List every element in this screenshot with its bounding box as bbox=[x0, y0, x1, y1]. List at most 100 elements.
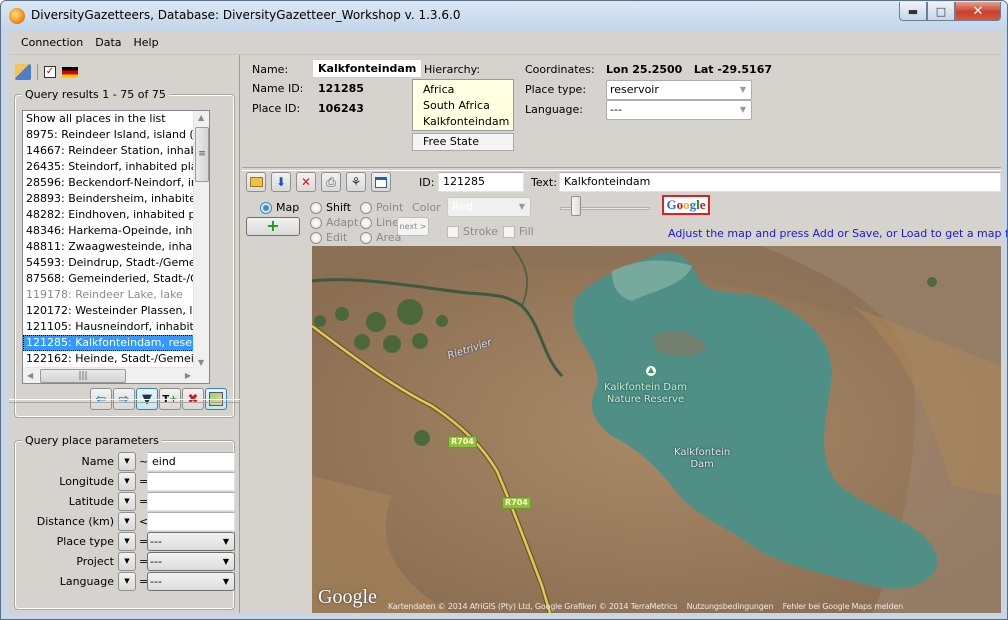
checkbox-icon bbox=[503, 225, 515, 238]
list-item[interactable]: 121285: Kalkfonteindam, reservoir bbox=[23, 335, 194, 351]
list-item[interactable]: 8975: Reindeer Island, island (52.41 bbox=[23, 127, 194, 143]
client-area: Connection Data Help ✓ Query results 1 -… bbox=[9, 31, 1007, 613]
param-select-value: --- bbox=[150, 535, 162, 548]
color-label: Color bbox=[412, 201, 441, 214]
vertical-scrollbar[interactable]: ▲ ≡ ▼ bbox=[193, 111, 209, 369]
operator-dropdown-button[interactable]: ▼ bbox=[118, 532, 136, 551]
menu-connection[interactable]: Connection bbox=[21, 36, 83, 49]
close-button[interactable]: ✕ bbox=[955, 2, 1001, 21]
zoom-slider-thumb[interactable] bbox=[571, 196, 581, 216]
param-row-latitude: Latitude ▼ = bbox=[16, 492, 236, 512]
place-type-select[interactable]: reservoir ▼ bbox=[606, 80, 752, 100]
german-flag-icon[interactable] bbox=[62, 66, 78, 78]
list-item[interactable]: 87568: Gemeinderied, Stadt-/Geme bbox=[23, 271, 194, 287]
telescope-button[interactable]: ⚘ bbox=[346, 172, 366, 192]
hierarchy-item[interactable]: South Africa bbox=[423, 98, 513, 114]
param-select[interactable]: --- ▼ bbox=[147, 552, 235, 571]
coordinates-value: Lon 25.2500 Lat -29.5167 bbox=[606, 63, 773, 76]
chevron-down-icon: ▼ bbox=[739, 105, 746, 114]
operator-dropdown-button[interactable]: ▼ bbox=[118, 452, 136, 471]
results-list[interactable]: Show all places in the list 8975: Reindee… bbox=[22, 110, 210, 384]
list-item[interactable]: 48282: Eindhoven, inhabited place bbox=[23, 207, 194, 223]
param-select[interactable]: --- ▼ bbox=[147, 532, 235, 551]
list-item[interactable]: 26435: Steindorf, inhabited place (4 bbox=[23, 159, 194, 175]
map-attribution[interactable]: Kartendaten © 2014 AfriGIS (Pty) Ltd, Go… bbox=[388, 602, 903, 611]
next-button[interactable]: next > bbox=[397, 217, 429, 236]
menu-help[interactable]: Help bbox=[134, 36, 159, 49]
stroke-checkbox[interactable]: Stroke bbox=[447, 225, 498, 238]
vertical-scroll-thumb[interactable]: ≡ bbox=[195, 127, 209, 182]
scroll-down-icon[interactable]: ▼ bbox=[198, 358, 204, 367]
param-input[interactable]: eind bbox=[147, 452, 235, 471]
list-item[interactable]: 28596: Beckendorf-Neindorf, inhab bbox=[23, 175, 194, 191]
mode-radio-map[interactable]: Map bbox=[260, 201, 299, 214]
operator-dropdown-button[interactable]: ▼ bbox=[118, 552, 136, 571]
param-input[interactable] bbox=[147, 512, 235, 531]
fill-checkbox[interactable]: Fill bbox=[503, 225, 534, 238]
map-view[interactable]: Rietrivier Kalkfontein Dam Nature Reserv… bbox=[312, 246, 1001, 613]
mode-radio-edit[interactable]: Edit bbox=[310, 231, 347, 244]
mode-radio-area[interactable]: Area bbox=[360, 231, 401, 244]
color-select[interactable]: Red ▼ bbox=[447, 197, 531, 217]
horizontal-scrollbar[interactable]: ◀ ||| ▶ bbox=[23, 367, 195, 383]
menu-data[interactable]: Data bbox=[95, 36, 121, 49]
list-item[interactable]: 119178: Reindeer Lake, lake bbox=[23, 287, 194, 303]
minimize-button[interactable]: ▬ bbox=[899, 2, 927, 21]
list-item[interactable]: 14667: Reindeer Station, inhabited bbox=[23, 143, 194, 159]
horizontal-splitter[interactable] bbox=[242, 167, 1001, 171]
param-input[interactable] bbox=[147, 472, 235, 491]
left-splitter[interactable] bbox=[9, 399, 240, 403]
operator-dropdown-button[interactable]: ▼ bbox=[118, 512, 136, 531]
save-button[interactable]: ⬇ bbox=[271, 172, 291, 192]
param-input[interactable] bbox=[147, 492, 235, 511]
operator-dropdown-button[interactable]: ▼ bbox=[118, 572, 136, 591]
param-select[interactable]: --- ▼ bbox=[147, 572, 235, 591]
print-button[interactable]: ⎙ bbox=[321, 172, 341, 192]
list-item[interactable]: 121105: Hausneindorf, inhabited p bbox=[23, 319, 194, 335]
scroll-right-icon[interactable]: ▶ bbox=[185, 371, 191, 380]
window-settings-button[interactable] bbox=[371, 172, 391, 192]
mode-radio-point[interactable]: Point bbox=[360, 201, 403, 214]
operator-dropdown-button[interactable]: ▼ bbox=[118, 472, 136, 491]
name-id-value: 121285 bbox=[318, 82, 364, 95]
hierarchy-sub-item[interactable]: Free State bbox=[412, 133, 514, 151]
maximize-button[interactable]: □ bbox=[927, 2, 955, 21]
mode-radio-shift[interactable]: Shift bbox=[310, 201, 351, 214]
checkbox-icon[interactable]: ✓ bbox=[44, 66, 56, 78]
chevron-down-icon: ▼ bbox=[222, 537, 229, 546]
download-icon: ⬇ bbox=[275, 175, 287, 189]
id-input[interactable]: 121285 bbox=[438, 172, 524, 192]
list-item[interactable]: 48346: Harkema-Opeinde, inhabite bbox=[23, 223, 194, 239]
param-label: Latitude bbox=[68, 495, 114, 508]
open-button[interactable] bbox=[246, 172, 266, 192]
left-toolstrip: ✓ bbox=[15, 61, 78, 83]
operator-dropdown-button[interactable]: ▼ bbox=[118, 492, 136, 511]
delete-button[interactable]: ✕ bbox=[296, 172, 316, 192]
right-panel: Name: Kalkfonteindam Name ID: 121285 Pla… bbox=[242, 55, 1007, 613]
param-label: Place type bbox=[56, 535, 114, 548]
map-hint: Adjust the map and press Add or Save, or… bbox=[668, 227, 1007, 240]
list-item[interactable]: 48811: Zwaagwesteinde, inhabited bbox=[23, 239, 194, 255]
language-select[interactable]: --- ▼ bbox=[606, 100, 752, 120]
list-item[interactable]: 122162: Heinde, Stadt-/Gemeindet bbox=[23, 351, 194, 367]
list-item[interactable]: 120172: Westeinder Plassen, lake (5 bbox=[23, 303, 194, 319]
scroll-left-icon[interactable]: ◀ bbox=[27, 371, 33, 380]
list-item[interactable]: 54593: Deindrup, Stadt-/Gemeinde bbox=[23, 255, 194, 271]
add-button[interactable]: + bbox=[246, 217, 300, 236]
place-type-value: reservoir bbox=[610, 83, 659, 96]
text-input[interactable]: Kalkfonteindam bbox=[559, 172, 1001, 192]
mode-radio-line[interactable]: Line bbox=[360, 216, 399, 229]
horizontal-scroll-thumb[interactable]: ||| bbox=[40, 369, 126, 383]
list-item[interactable]: 28893: Beindersheim, inhabited pla bbox=[23, 191, 194, 207]
google-button[interactable]: Google bbox=[662, 195, 710, 215]
scroll-up-icon[interactable]: ▲ bbox=[198, 113, 204, 122]
query-params-title: Query place parameters bbox=[22, 434, 162, 447]
hierarchy-item[interactable]: Kalkfonteindam bbox=[423, 114, 513, 130]
app-window: DiversityGazetteers, Database: Diversity… bbox=[0, 0, 1008, 620]
hierarchy-item[interactable]: Africa bbox=[423, 82, 513, 98]
list-item[interactable]: Show all places in the list bbox=[23, 111, 194, 127]
maximize-icon: □ bbox=[935, 4, 947, 18]
database-connect-icon[interactable] bbox=[15, 64, 31, 80]
mode-radio-adapt[interactable]: Adapt bbox=[310, 216, 358, 229]
param-select-value: --- bbox=[150, 575, 162, 588]
